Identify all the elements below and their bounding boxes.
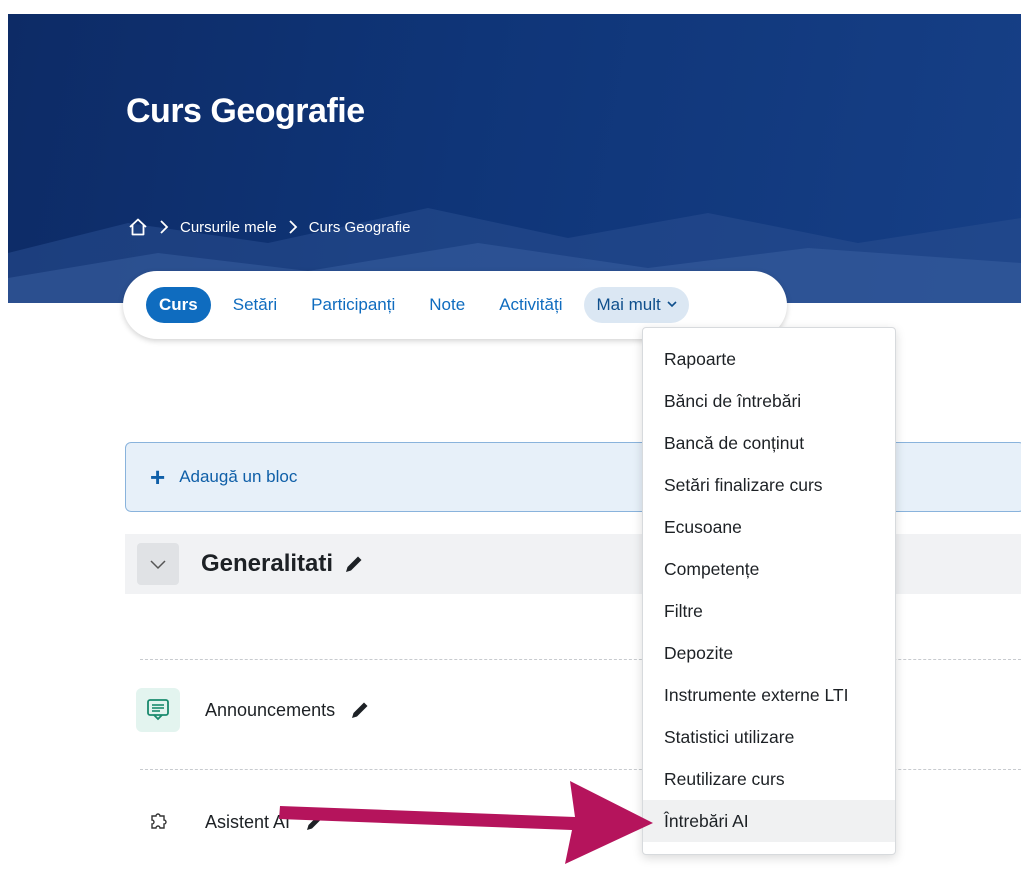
chevron-right-icon bbox=[158, 219, 170, 235]
menu-item-question-banks[interactable]: Bănci de întrebări bbox=[643, 380, 895, 422]
pencil-icon[interactable] bbox=[349, 699, 371, 721]
breadcrumb-my-courses[interactable]: Cursurile mele bbox=[180, 219, 277, 236]
plus-icon: + bbox=[150, 462, 166, 492]
section-title: Generalitati bbox=[201, 550, 334, 577]
pencil-icon[interactable] bbox=[343, 553, 365, 575]
menu-item-reports[interactable]: Rapoarte bbox=[643, 338, 895, 380]
menu-item-filters[interactable]: Filtre bbox=[643, 590, 895, 632]
course-header: Curs Geografie Cursurile mele Curs Geogr… bbox=[8, 14, 1021, 303]
menu-item-lti-tools[interactable]: Instrumente externe LTI bbox=[643, 674, 895, 716]
menu-item-course-completion[interactable]: Setări finalizare curs bbox=[643, 464, 895, 506]
menu-item-competencies[interactable]: Competențe bbox=[643, 548, 895, 590]
breadcrumb-current-course[interactable]: Curs Geografie bbox=[309, 219, 411, 236]
tab-course[interactable]: Curs bbox=[146, 287, 211, 323]
menu-item-content-bank[interactable]: Bancă de conținut bbox=[643, 422, 895, 464]
tab-more-label: Mai mult bbox=[596, 295, 661, 314]
add-block-label: Adaugă un bloc bbox=[179, 467, 298, 486]
chevron-down-icon bbox=[150, 560, 166, 570]
tab-activities[interactable]: Activități bbox=[487, 287, 574, 323]
activity-link-ai-assistant[interactable]: Asistent AI bbox=[205, 812, 290, 833]
activity-item: Announcements bbox=[136, 688, 371, 732]
tab-settings[interactable]: Setări bbox=[221, 287, 289, 323]
menu-item-repositories[interactable]: Depozite bbox=[643, 632, 895, 674]
puzzle-icon bbox=[136, 800, 180, 844]
menu-item-course-reuse[interactable]: Reutilizare curs bbox=[643, 758, 895, 800]
tab-more[interactable]: Mai mult bbox=[584, 287, 689, 323]
pencil-icon[interactable] bbox=[304, 811, 326, 833]
activity-item: Asistent AI bbox=[136, 800, 326, 844]
menu-item-usage-statistics[interactable]: Statistici utilizare bbox=[643, 716, 895, 758]
chevron-right-icon bbox=[287, 219, 299, 235]
menu-item-badges[interactable]: Ecusoane bbox=[643, 506, 895, 548]
activity-link-announcements[interactable]: Announcements bbox=[205, 700, 335, 721]
menu-item-ai-questions[interactable]: Întrebări AI bbox=[643, 800, 895, 842]
breadcrumb: Cursurile mele Curs Geografie bbox=[128, 212, 410, 242]
collapse-section-button[interactable] bbox=[137, 543, 179, 585]
page-title: Curs Geografie bbox=[126, 92, 365, 130]
tab-participants[interactable]: Participanți bbox=[299, 287, 407, 323]
home-icon[interactable] bbox=[128, 217, 148, 237]
chevron-down-icon bbox=[667, 287, 677, 323]
tab-grades[interactable]: Note bbox=[417, 287, 477, 323]
more-menu-dropdown: Rapoarte Bănci de întrebări Bancă de con… bbox=[642, 327, 896, 855]
forum-icon bbox=[136, 688, 180, 732]
